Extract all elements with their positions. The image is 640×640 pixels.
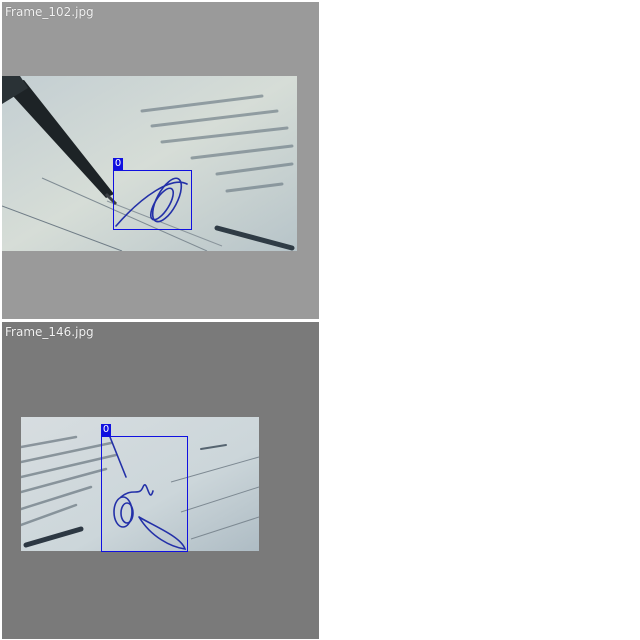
detection-box[interactable]: 0 — [101, 424, 188, 552]
detection-label: 0 — [113, 158, 123, 170]
frame-tile-102[interactable]: Frame_102.jpg 0 — [2, 2, 319, 319]
frame-tile-146[interactable]: Frame_146.jpg 0 — [2, 322, 319, 639]
frame-filename: Frame_102.jpg — [5, 5, 94, 19]
frame-filename: Frame_146.jpg — [5, 325, 94, 339]
detection-label: 0 — [101, 424, 111, 436]
detection-box[interactable]: 0 — [113, 158, 192, 230]
